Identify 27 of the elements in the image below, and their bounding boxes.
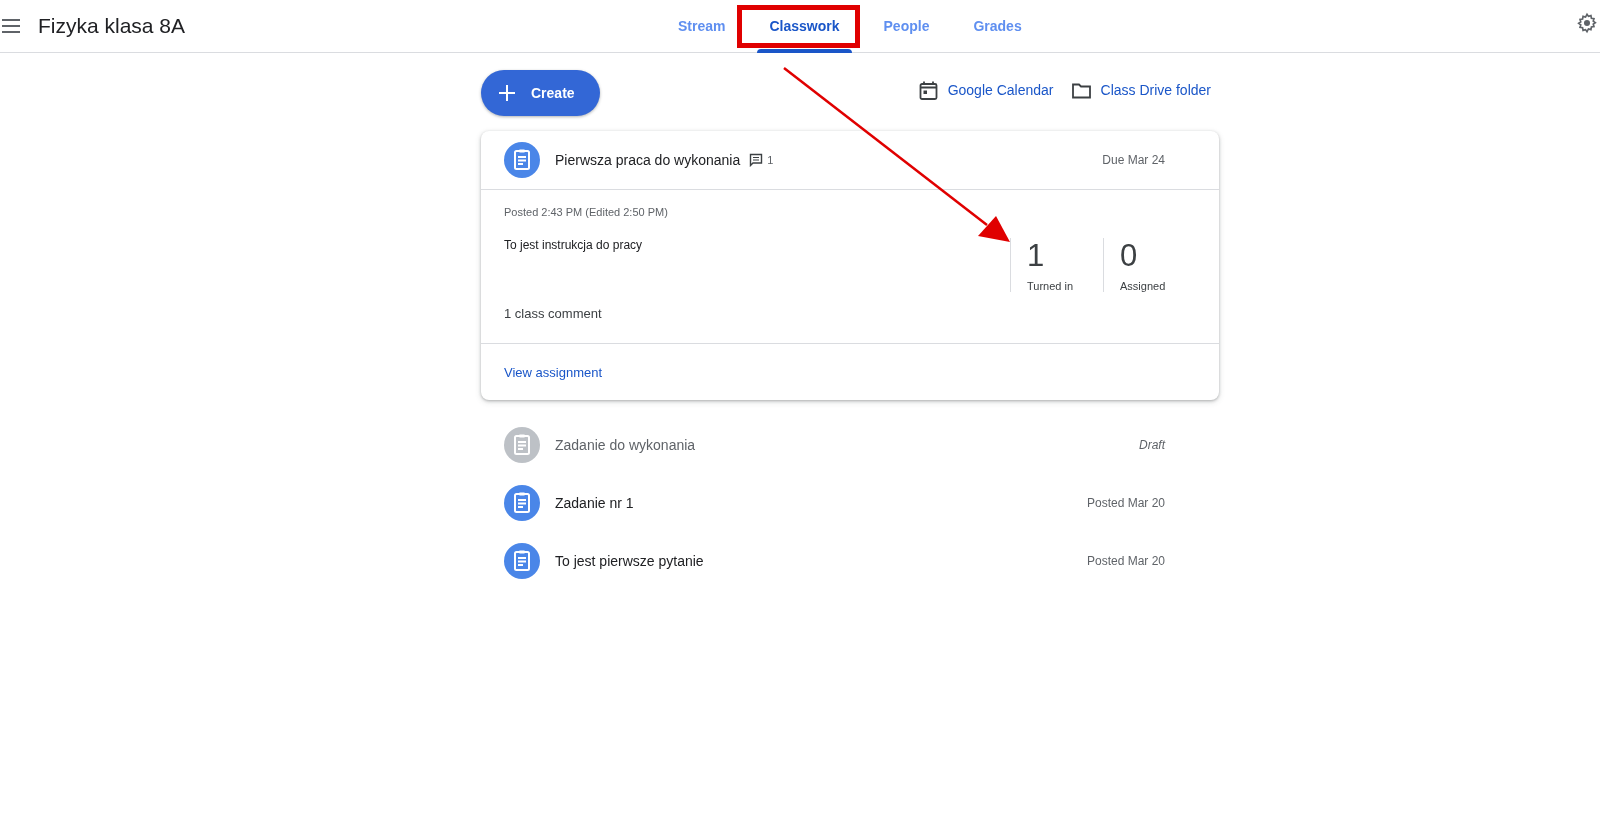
assignment-title[interactable]: To jest pierwsze pytanie bbox=[555, 553, 704, 569]
assignment-title[interactable]: Zadanie do wykonania bbox=[555, 437, 696, 453]
class-comment-count: 1 class comment bbox=[504, 306, 603, 323]
stat-number: 1 bbox=[1027, 238, 1046, 274]
comment-icon bbox=[749, 153, 764, 167]
plus-icon bbox=[499, 85, 515, 101]
stat-label: Turned in bbox=[1027, 280, 1075, 292]
view-assignment-link[interactable]: View assignment bbox=[504, 364, 603, 380]
tab[interactable]: Classwork bbox=[747, 0, 862, 52]
posted-time: Posted 2:43 PM (Edited 2:50 PM) bbox=[504, 206, 669, 218]
assignment-date: Posted Mar 20 bbox=[1086, 496, 1165, 510]
class-title: Fizyka klasa 8A bbox=[38, 14, 186, 38]
create-button[interactable]: Create bbox=[481, 70, 600, 116]
assignment-title[interactable]: Zadanie nr 1 bbox=[555, 495, 634, 511]
assignment-title[interactable]: Pierwsza praca do wykonania bbox=[555, 152, 741, 168]
calendar-icon bbox=[918, 80, 938, 100]
assignment-date: Posted Mar 20 bbox=[1086, 554, 1165, 568]
toolbar-link[interactable]: Class Drive folder bbox=[1071, 80, 1211, 100]
assignment-date: Due Mar 24 bbox=[1102, 153, 1165, 167]
comment-count: 1 bbox=[767, 154, 774, 166]
menu-icon[interactable] bbox=[2, 19, 20, 33]
stat-number: 0 bbox=[1120, 238, 1139, 274]
toolbar-link[interactable]: Google Calendar bbox=[918, 80, 1054, 100]
settings-icon[interactable] bbox=[1576, 12, 1598, 34]
draft-label: Draft bbox=[1139, 438, 1165, 452]
instructions-text: To jest instrukcja do pracy bbox=[504, 238, 644, 254]
stat-label: Assigned bbox=[1120, 280, 1167, 292]
